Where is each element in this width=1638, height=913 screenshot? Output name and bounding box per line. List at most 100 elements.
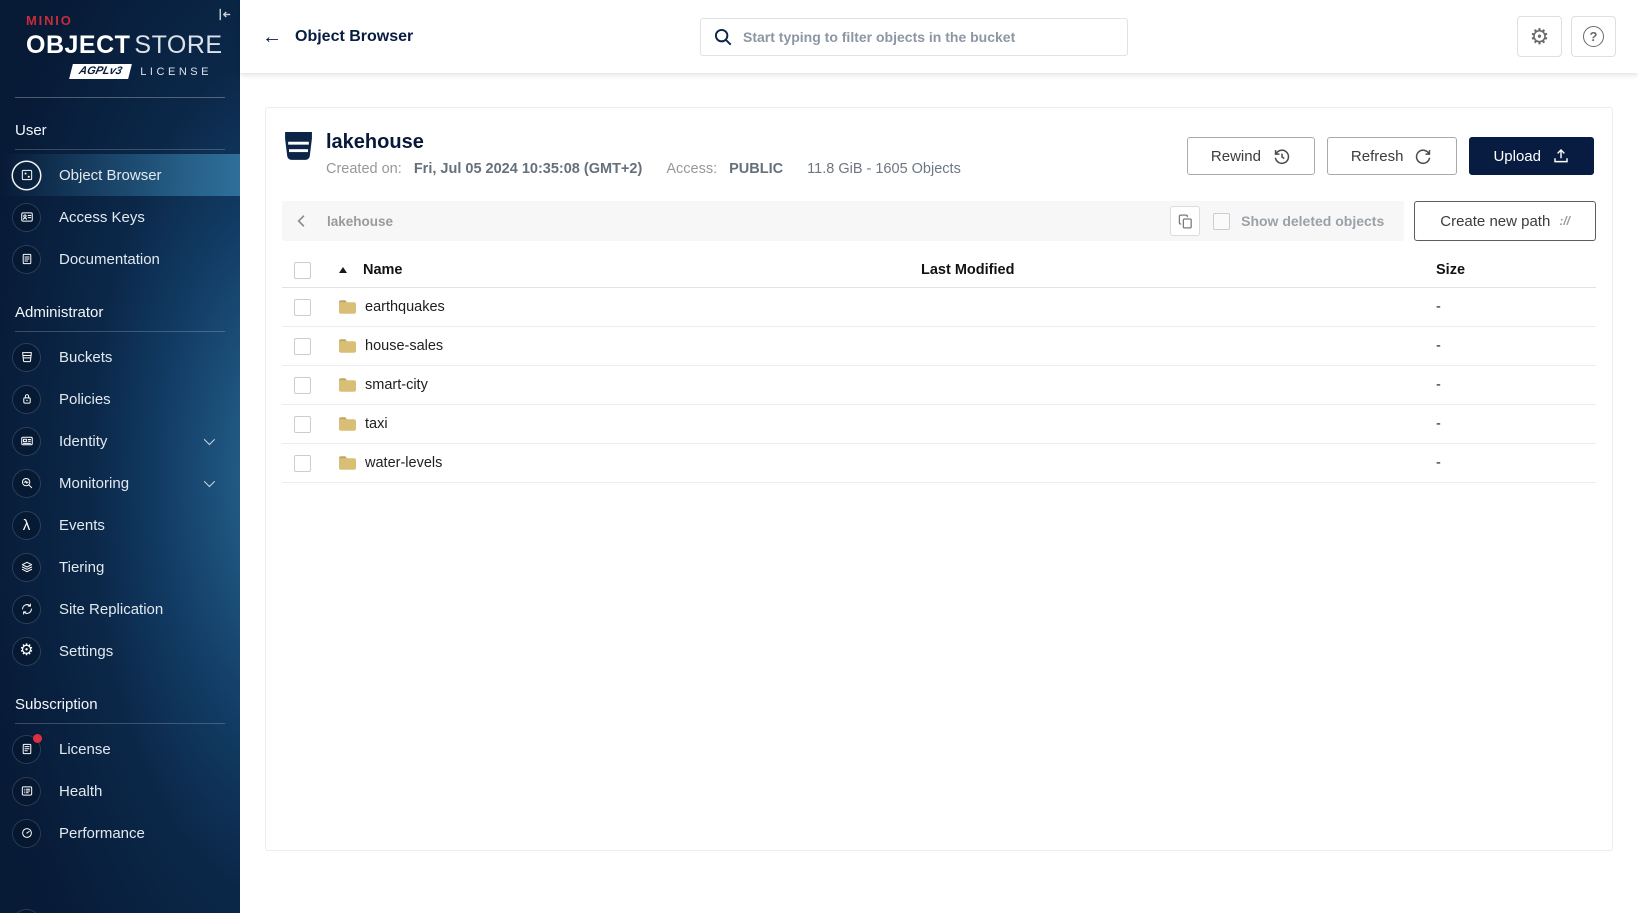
upload-button[interactable]: Upload (1469, 137, 1594, 175)
minio-brand: MINIO (26, 13, 73, 28)
sidebar: MINIO OBJECT STORE AGPLv3 LICENSE User Ob… (0, 0, 240, 913)
search-box (700, 17, 1128, 56)
sidebar-item-settings[interactable]: ⚙ Settings (0, 630, 240, 672)
documentation-icon (13, 245, 40, 273)
back-navigation[interactable]: ← Object Browser (262, 27, 562, 47)
buckets-icon (13, 343, 40, 371)
rewind-icon (1274, 148, 1290, 164)
column-last-modified[interactable]: Last Modified (891, 262, 1436, 278)
sidebar-item-object-browser[interactable]: Object Browser (0, 154, 240, 196)
sidebar-item-site-replication[interactable]: Site Replication (0, 588, 240, 630)
row-checkbox[interactable] (294, 415, 311, 433)
objects-table: Name Last Modified Size earthquakes - ho… (282, 253, 1596, 483)
search-input[interactable] (700, 17, 1128, 56)
topbar-actions: ⚙ ? (1517, 16, 1616, 57)
sidebar-item-access-keys[interactable]: Access Keys (0, 196, 240, 238)
path-back-button[interactable] (282, 201, 322, 241)
row-checkbox[interactable] (294, 454, 311, 472)
create-new-path-button[interactable]: Create new path :// (1414, 201, 1596, 241)
column-size[interactable]: Size (1436, 262, 1596, 278)
column-name[interactable]: Name (326, 262, 891, 278)
sidebar-item-tiering[interactable]: Tiering (0, 546, 240, 588)
tiering-icon (13, 553, 40, 581)
sidebar-item-policies[interactable]: Policies (0, 378, 240, 420)
divider (15, 97, 225, 98)
sidebar-item-label: License (59, 740, 111, 758)
sidebar-item-label: Buckets (59, 348, 113, 366)
page-title: Object Browser (295, 27, 414, 45)
table-row[interactable]: earthquakes - (282, 288, 1596, 327)
help-button[interactable]: ? (1571, 16, 1616, 57)
object-size: - (1436, 299, 1441, 315)
gear-icon: ⚙ (1529, 23, 1550, 49)
table-row[interactable]: taxi - (282, 405, 1596, 444)
table-row[interactable]: smart-city - (282, 366, 1596, 405)
copy-path-button[interactable] (1170, 206, 1201, 236)
row-checkbox[interactable] (294, 298, 311, 316)
agpl-badge: AGPLv3 (69, 64, 133, 79)
current-path: lakehouse (327, 213, 394, 229)
sidebar-item-label: Performance (59, 824, 145, 842)
license-label: LICENSE (140, 65, 212, 78)
bucket-identity: lakehouse Created on: Fri, Jul 05 2024 1… (284, 131, 961, 177)
topbar: ← Object Browser ⚙ ? (240, 0, 1638, 73)
sidebar-item-license[interactable]: License (0, 728, 240, 770)
folder-icon (339, 417, 356, 431)
folder-icon (339, 339, 356, 353)
settings-icon: ⚙ (13, 637, 40, 665)
section-label: User (15, 122, 47, 139)
folder-icon (339, 378, 356, 392)
sidebar-item-identity[interactable]: Identity (0, 420, 240, 462)
sidebar-item-health[interactable]: Health (0, 770, 240, 812)
access-keys-icon (13, 203, 40, 231)
sidebar-item-label: Policies (59, 390, 111, 408)
performance-icon (13, 819, 40, 847)
copy-icon (1178, 213, 1192, 229)
license-row: AGPLv3 LICENSE (26, 64, 212, 79)
sidebar-item-label: Site Replication (59, 600, 164, 618)
sort-ascending-icon (339, 267, 347, 273)
object-size: - (1436, 416, 1441, 432)
sidebar-item-label: Health (59, 782, 103, 800)
bucket-card: lakehouse Created on: Fri, Jul 05 2024 1… (265, 107, 1613, 851)
sidebar-item-buckets[interactable]: Buckets (0, 336, 240, 378)
path-bar: lakehouse Show deleted objects Create ne… (282, 201, 1596, 241)
access-value: PUBLIC (729, 161, 784, 177)
table-body: earthquakes - house-sales - smart-city -… (282, 288, 1596, 483)
sidebar-item-events[interactable]: λ Events (0, 504, 240, 546)
divider (15, 149, 225, 150)
sidebar-item-performance[interactable]: Performance (0, 812, 240, 854)
bucket-meta: Created on: Fri, Jul 05 2024 10:35:08 (G… (326, 161, 961, 177)
object-name: house-sales (365, 338, 444, 354)
chevron-down-icon (203, 433, 216, 446)
folder-icon (339, 300, 356, 314)
object-browser-icon (13, 161, 40, 189)
row-checkbox[interactable] (294, 337, 311, 355)
show-deleted-checkbox[interactable] (1213, 212, 1231, 230)
object-size: - (1436, 338, 1441, 354)
policies-icon (13, 385, 40, 413)
table-row[interactable]: water-levels - (282, 444, 1596, 483)
sidebar-item-documentation[interactable]: Documentation (0, 238, 240, 280)
section-label: Administrator (15, 304, 104, 321)
identity-icon (13, 427, 40, 455)
sidebar-item-label: Events (59, 516, 105, 534)
rewind-button[interactable]: Rewind (1186, 137, 1315, 175)
sidebar-item-label: Tiering (59, 558, 105, 576)
sidebar-section-subscription: Subscription License Health Performance (0, 696, 240, 854)
back-arrow-icon[interactable]: ← (262, 27, 282, 47)
table-header: Name Last Modified Size (282, 253, 1596, 288)
row-checkbox[interactable] (294, 376, 311, 394)
sidebar-item-monitoring[interactable]: Monitoring (0, 462, 240, 504)
settings-button[interactable]: ⚙ (1517, 16, 1562, 57)
refresh-button[interactable]: Refresh (1326, 137, 1458, 175)
show-deleted-toggle[interactable]: Show deleted objects (1213, 212, 1404, 230)
object-name: taxi (365, 416, 388, 432)
new-path-icon: :// (1559, 214, 1570, 228)
select-all-checkbox[interactable] (294, 261, 311, 279)
bucket-header: lakehouse Created on: Fri, Jul 05 2024 1… (282, 123, 1596, 191)
main-area: ← Object Browser ⚙ ? (240, 0, 1638, 913)
site-replication-icon (13, 595, 40, 623)
collapse-sidebar-icon[interactable] (216, 6, 233, 28)
table-row[interactable]: house-sales - (282, 327, 1596, 366)
